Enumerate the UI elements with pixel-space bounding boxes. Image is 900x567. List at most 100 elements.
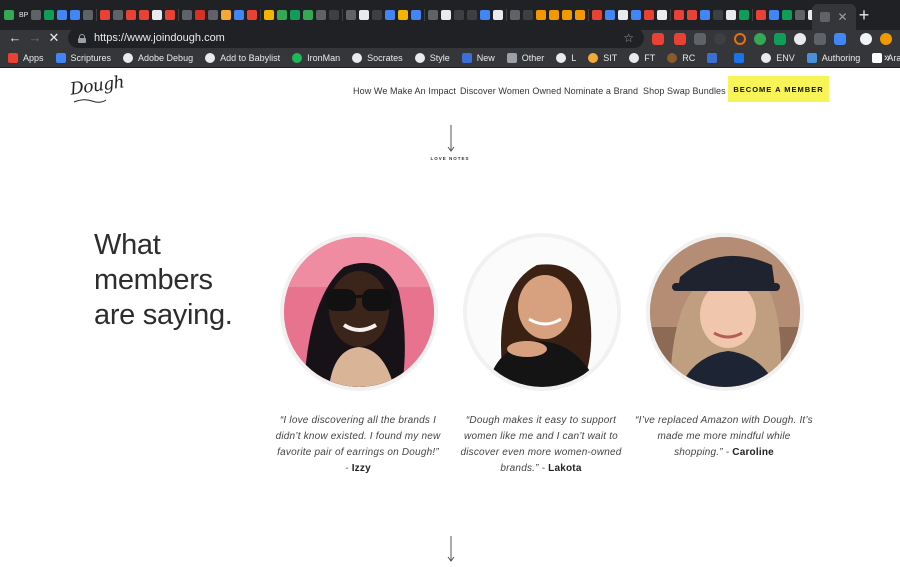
- bookmark-star-icon[interactable]: ☆: [623, 31, 634, 45]
- extension-icon[interactable]: [714, 33, 726, 45]
- tab-favicon[interactable]: [277, 10, 288, 20]
- address-bar[interactable]: https://www.joindough.com ☆: [68, 28, 644, 48]
- tab-favicon[interactable]: [428, 10, 439, 20]
- bookmark-item[interactable]: New: [461, 52, 495, 63]
- tab-favicon[interactable]: [126, 10, 137, 20]
- tab-favicon[interactable]: [700, 10, 711, 20]
- tab-favicon[interactable]: [782, 10, 793, 20]
- bookmark-item[interactable]: [707, 52, 722, 63]
- extension-icon[interactable]: [694, 33, 706, 45]
- tab-favicon[interactable]: [113, 10, 124, 20]
- tab-favicon[interactable]: [510, 10, 521, 20]
- tab-favicon[interactable]: [359, 10, 370, 20]
- tab-favicon[interactable]: [100, 10, 111, 20]
- extension-icon[interactable]: [834, 33, 846, 45]
- tab-favicon[interactable]: [592, 10, 603, 20]
- tab-favicon[interactable]: [398, 10, 409, 20]
- back-icon[interactable]: ←: [8, 31, 22, 45]
- tab-label[interactable]: BP: [19, 12, 28, 19]
- extension-icon[interactable]: [674, 33, 686, 45]
- bookmarks-overflow-button[interactable]: »: [884, 48, 890, 68]
- tab-favicon[interactable]: [480, 10, 491, 20]
- nav-discover[interactable]: Discover Women Owned: [460, 86, 561, 96]
- tab-favicon[interactable]: [739, 10, 750, 20]
- tab-favicon[interactable]: [195, 10, 206, 20]
- update-icon[interactable]: [880, 33, 892, 45]
- tab-favicon[interactable]: [756, 10, 767, 20]
- tab-favicon[interactable]: [57, 10, 68, 20]
- tab-favicon[interactable]: [769, 10, 780, 20]
- tab-favicon[interactable]: [605, 10, 616, 20]
- tab-favicon[interactable]: [264, 10, 275, 20]
- tab-favicon[interactable]: [713, 10, 724, 20]
- tab-favicon[interactable]: [575, 10, 586, 20]
- tab-favicon[interactable]: [657, 10, 668, 20]
- tab-favicon[interactable]: [316, 10, 327, 20]
- tab-favicon[interactable]: [493, 10, 504, 20]
- tab-favicon[interactable]: [31, 10, 42, 20]
- tab-favicon[interactable]: [618, 10, 629, 20]
- tab-favicon[interactable]: [303, 10, 314, 20]
- bookmark-item[interactable]: IronMan: [292, 52, 340, 63]
- tab-favicon[interactable]: [385, 10, 396, 20]
- nav-impact[interactable]: How We Make An Impact: [353, 86, 456, 96]
- tab-favicon[interactable]: [631, 10, 642, 20]
- tab-favicon[interactable]: [4, 10, 14, 20]
- extension-icon[interactable]: [814, 33, 826, 45]
- extension-icon[interactable]: [652, 33, 664, 45]
- bookmark-item[interactable]: Authoring: [806, 52, 860, 63]
- tab-favicon[interactable]: [441, 10, 452, 20]
- bookmark-item[interactable]: SIT: [588, 52, 617, 63]
- tab-favicon[interactable]: [467, 10, 478, 20]
- tab-favicon[interactable]: [247, 10, 258, 20]
- tab-favicon[interactable]: [674, 10, 685, 20]
- tab-favicon[interactable]: [290, 10, 301, 20]
- tab-favicon[interactable]: [562, 10, 573, 20]
- close-icon[interactable]: ✕: [837, 10, 847, 24]
- tab-favicon[interactable]: [411, 10, 422, 20]
- tab-favicon[interactable]: [523, 10, 534, 20]
- tab-favicon[interactable]: [165, 10, 176, 20]
- url-text[interactable]: https://www.joindough.com: [94, 32, 225, 44]
- nav-shop-swap[interactable]: Shop Swap Bundles: [643, 86, 726, 96]
- avatar[interactable]: [860, 33, 872, 45]
- bookmark-item[interactable]: Style: [414, 52, 450, 63]
- bookmark-item[interactable]: Apps: [8, 52, 44, 63]
- extension-icon[interactable]: [754, 33, 766, 45]
- tab-favicon[interactable]: [549, 10, 560, 20]
- tab-favicon[interactable]: [644, 10, 655, 20]
- bookmark-item[interactable]: [734, 52, 749, 63]
- tab-favicon[interactable]: [44, 10, 55, 20]
- tab-favicon[interactable]: [234, 10, 245, 20]
- tab-favicon[interactable]: [83, 10, 94, 20]
- stop-icon[interactable]: ✕: [47, 31, 61, 45]
- nav-nominate[interactable]: Nominate a Brand: [564, 86, 638, 96]
- become-member-button[interactable]: BECOME A MEMBER: [728, 76, 829, 102]
- extension-icon[interactable]: [794, 33, 806, 45]
- bookmark-item[interactable]: Scriptures: [55, 52, 111, 63]
- tab-favicon[interactable]: [139, 10, 150, 20]
- site-logo[interactable]: Dough: [69, 72, 125, 99]
- tab-favicon[interactable]: [152, 10, 163, 20]
- bookmark-item[interactable]: RC: [667, 52, 695, 63]
- tab-favicon[interactable]: [346, 10, 357, 20]
- tab-favicon[interactable]: [454, 10, 465, 20]
- bookmark-item[interactable]: Other: [506, 52, 544, 63]
- tab-favicon[interactable]: [795, 10, 806, 20]
- bookmark-item[interactable]: ENV: [761, 52, 795, 63]
- extension-icon[interactable]: [774, 33, 786, 45]
- tab-favicon[interactable]: [182, 10, 193, 20]
- bookmark-item[interactable]: FT: [629, 52, 655, 63]
- tab-favicon[interactable]: [687, 10, 698, 20]
- active-tab[interactable]: ✕: [812, 4, 856, 30]
- bookmark-item[interactable]: Add to Babylist: [205, 52, 280, 63]
- bookmark-item[interactable]: Adobe Debug: [123, 52, 193, 63]
- new-tab-button[interactable]: +: [854, 5, 874, 25]
- forward-icon[interactable]: →: [28, 31, 42, 45]
- bookmark-item[interactable]: L: [556, 52, 576, 63]
- tab-favicon[interactable]: [208, 10, 219, 20]
- tab-favicon[interactable]: [221, 10, 232, 20]
- tab-favicon[interactable]: [70, 10, 81, 20]
- tab-favicon[interactable]: [536, 10, 547, 20]
- tab-favicon[interactable]: [726, 10, 737, 20]
